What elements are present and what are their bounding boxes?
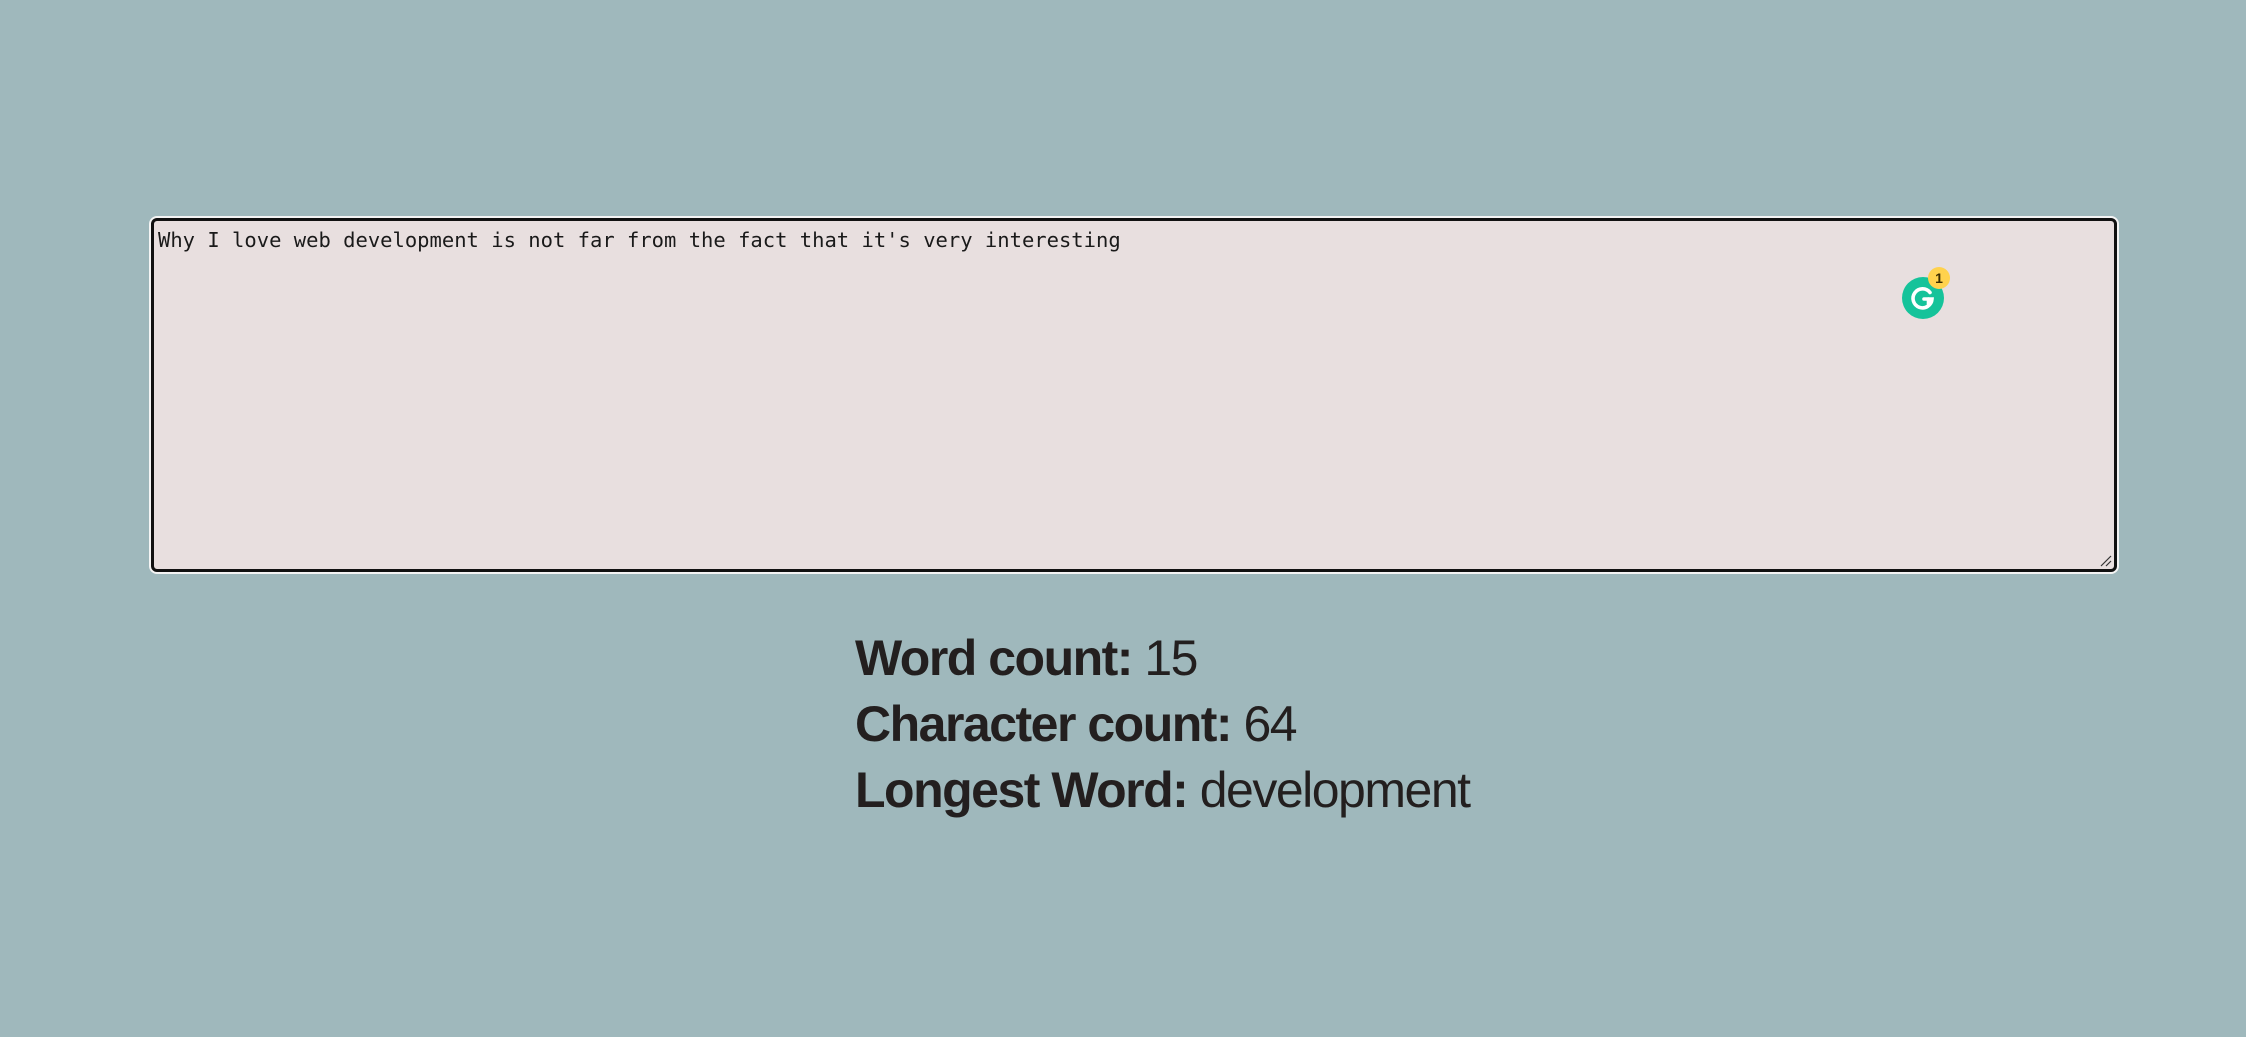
character-count-line: Character count: 64 bbox=[855, 691, 1470, 757]
writing-assistant-button[interactable]: 1 bbox=[1902, 267, 1950, 319]
longest-word-value: development bbox=[1199, 762, 1471, 818]
page: Why I love web development is not far fr… bbox=[0, 0, 2246, 1037]
longest-word-label: Longest Word: bbox=[855, 762, 1189, 818]
text-input-area[interactable]: Why I love web development is not far fr… bbox=[154, 221, 2114, 569]
word-count-value: 15 bbox=[1144, 630, 1198, 686]
longest-word-line: Longest Word: development bbox=[855, 757, 1471, 823]
character-count-label: Character count: bbox=[855, 696, 1233, 752]
text-editor-container: Why I love web development is not far fr… bbox=[151, 218, 2117, 572]
word-count-label: Word count: bbox=[855, 630, 1133, 686]
text-statistics: Word count: 15 Character count: 64 Longe… bbox=[855, 625, 1471, 823]
character-count-value: 64 bbox=[1243, 696, 1297, 752]
suggestion-count-badge: 1 bbox=[1928, 267, 1950, 289]
word-count-line: Word count: 15 bbox=[855, 625, 1470, 691]
resize-handle-icon[interactable] bbox=[2098, 553, 2112, 567]
